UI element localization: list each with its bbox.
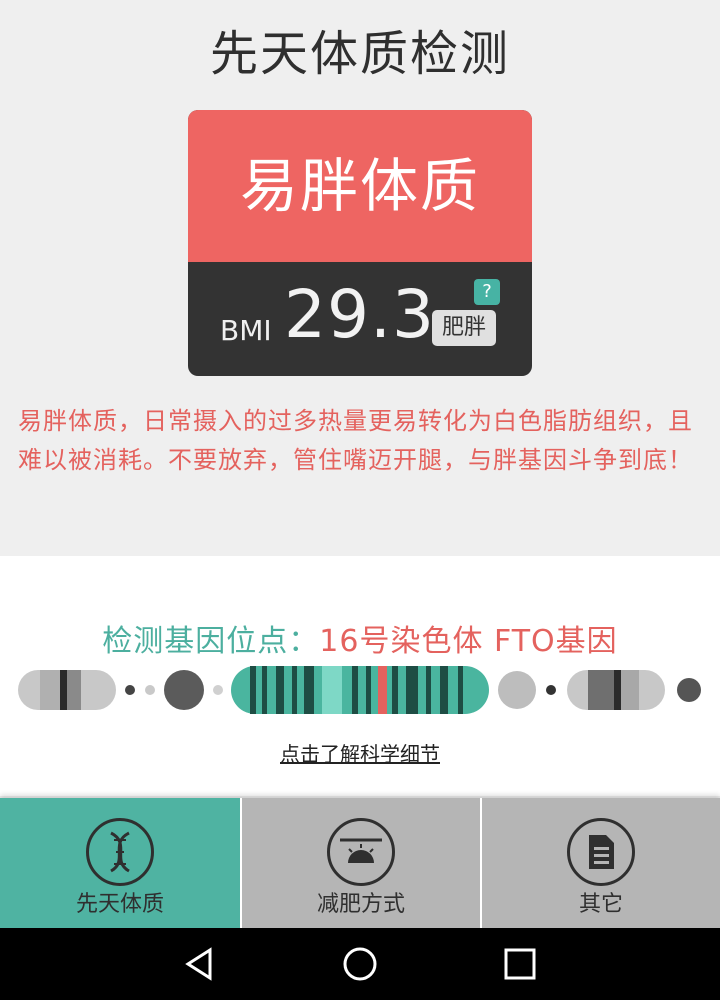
gene-site-label: 检测基因位点： (102, 624, 320, 659)
chromosome-illustration (18, 666, 701, 714)
bmi-panel: BMI 29.3 ? 肥胖 (188, 262, 532, 376)
gene-site-value: 16号染色体 FTO基因 (319, 624, 618, 659)
bmi-status-badge: 肥胖 (432, 310, 496, 346)
tab-congenital-constitution[interactable]: 先天体质 (0, 798, 240, 928)
dot (677, 678, 701, 702)
tab-label: 减肥方式 (316, 892, 405, 917)
recent-apps-icon[interactable] (500, 944, 540, 984)
bottom-tab-bar: 先天体质 减肥方式 其它 (0, 798, 720, 928)
dna-icon (86, 818, 154, 886)
chromosome-fto-highlight (231, 666, 489, 714)
dot (145, 685, 155, 695)
tab-weight-loss-methods[interactable]: 减肥方式 (242, 798, 480, 928)
back-icon[interactable] (180, 944, 220, 984)
dot (125, 685, 135, 695)
dot (164, 670, 204, 710)
home-icon[interactable] (340, 944, 380, 984)
chromosome-right-grey (567, 670, 665, 710)
dot (213, 685, 223, 695)
system-nav-bar (0, 928, 720, 1000)
constitution-description: 易胖体质，日常摄入的过多热量更易转化为白色脂肪组织，且难以被消耗。不要放弃，管住… (18, 407, 693, 474)
dot (498, 671, 536, 709)
tab-other[interactable]: 其它 (482, 798, 720, 928)
top-section: 先天体质检测 易胖体质 BMI 29.3 ? 肥胖 易胖体质，日常摄入的过多热量… (0, 0, 720, 556)
tab-label: 其它 (578, 892, 623, 917)
learn-more-link[interactable]: 点击了解科学细节 (0, 738, 720, 767)
constitution-result: 易胖体质 (188, 110, 532, 262)
tab-label: 先天体质 (75, 892, 164, 917)
gauge-icon (327, 818, 395, 886)
document-icon (567, 818, 635, 886)
chromosome-left-grey (18, 670, 116, 710)
result-card: 易胖体质 BMI 29.3 ? 肥胖 (188, 110, 532, 376)
help-button[interactable]: ? (474, 279, 500, 305)
dot (546, 685, 556, 695)
bmi-label: BMI (220, 314, 272, 347)
bmi-value: 29.3 (284, 276, 435, 353)
page-title: 先天体质检测 (209, 26, 510, 82)
gene-site-line: 检测基因位点：16号染色体 FTO基因 (0, 616, 720, 660)
